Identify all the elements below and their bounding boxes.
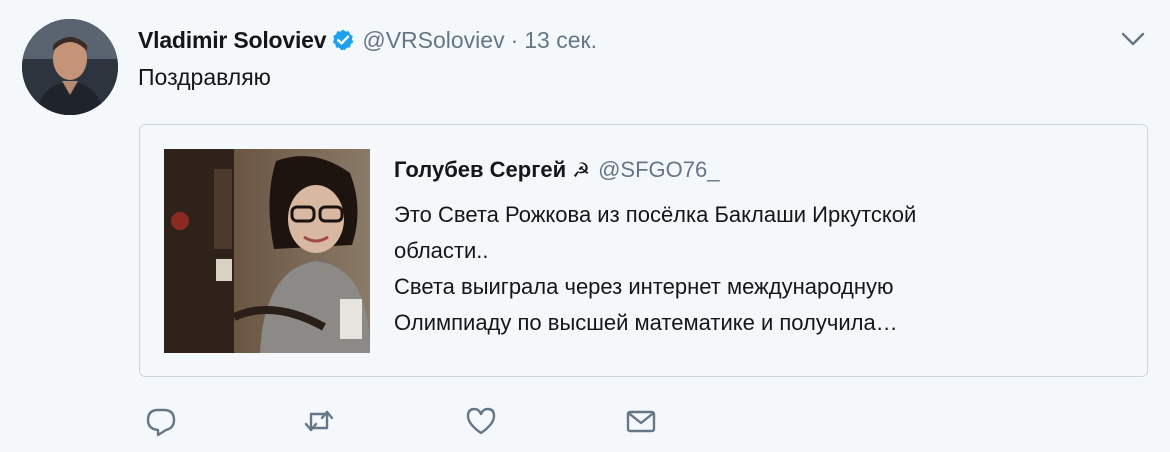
retweet-button[interactable] bbox=[302, 404, 338, 440]
tweet-text: Поздравляю bbox=[138, 64, 271, 90]
retweet-icon bbox=[304, 410, 334, 432]
quoted-tweet-header: Голубев Сергей ☭ @SFGO76_ bbox=[394, 157, 719, 183]
envelope-icon bbox=[626, 410, 656, 433]
verified-badge-icon bbox=[331, 28, 355, 52]
direct-message-button[interactable] bbox=[624, 404, 660, 440]
tweet: Vladimir Soloviev @VRSoloviev · 13 сек. … bbox=[0, 0, 1170, 452]
quoted-text-line: Олимпиаду по высшей математике и получил… bbox=[394, 310, 898, 335]
reply-button[interactable] bbox=[144, 404, 180, 440]
quoted-text-line: Света выиграла через интернет международ… bbox=[394, 274, 894, 299]
quoted-author-name[interactable]: Голубев Сергей bbox=[394, 157, 566, 183]
heart-icon bbox=[466, 407, 496, 435]
chevron-down-icon[interactable] bbox=[1118, 26, 1148, 52]
quoted-author-handle[interactable]: @SFGO76_ bbox=[598, 157, 719, 183]
like-button[interactable] bbox=[464, 404, 500, 440]
quoted-tweet[interactable]: Голубев Сергей ☭ @SFGO76_ Это Света Рожк… bbox=[139, 124, 1148, 377]
hammer-sickle-emoji: ☭ bbox=[572, 159, 591, 182]
separator-dot: · bbox=[510, 26, 519, 53]
reply-icon bbox=[146, 408, 176, 437]
quoted-text-line: области.. bbox=[394, 238, 489, 263]
quoted-text-line: Это Света Рожкова из посёлка Баклаши Ирк… bbox=[394, 202, 917, 227]
tweet-timestamp[interactable]: 13 сек. bbox=[524, 27, 597, 54]
quoted-tweet-text: Это Света Рожкова из посёлка Баклаши Ирк… bbox=[394, 197, 1114, 341]
quoted-tweet-photo bbox=[164, 149, 370, 353]
author-handle[interactable]: @VRSoloviev bbox=[362, 27, 504, 54]
author-name[interactable]: Vladimir Soloviev bbox=[138, 27, 327, 54]
tweet-header: Vladimir Soloviev @VRSoloviev · 13 сек. bbox=[138, 24, 597, 56]
author-avatar[interactable] bbox=[22, 19, 118, 115]
